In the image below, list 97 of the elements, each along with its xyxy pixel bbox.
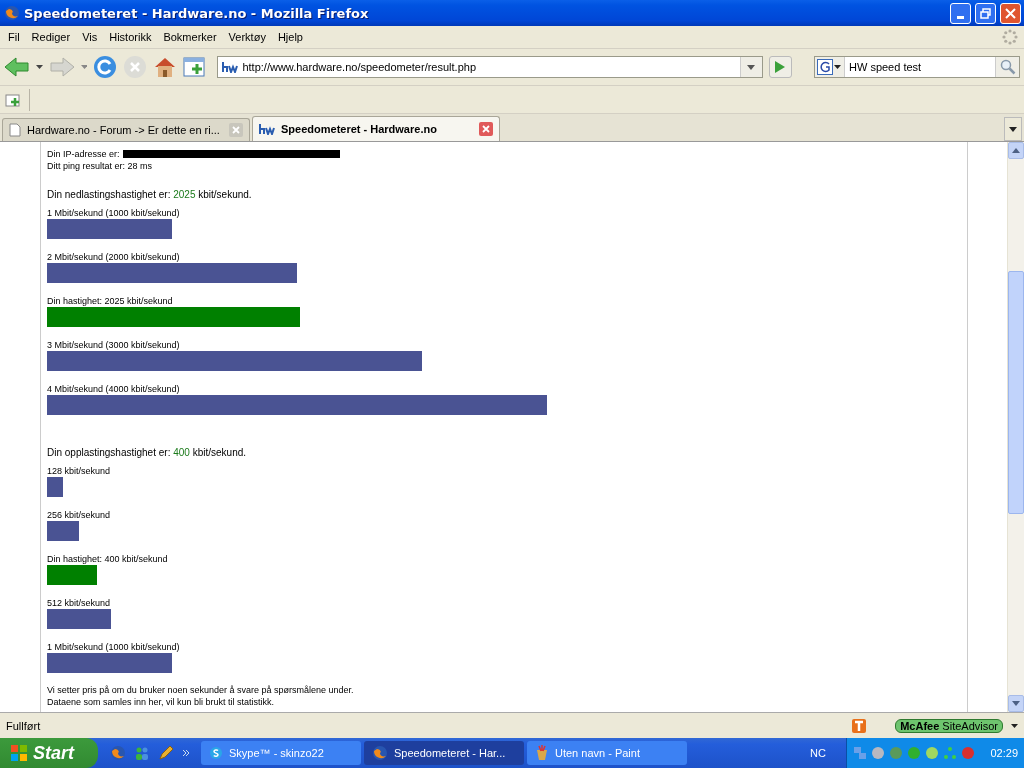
paint-cup-icon [535,745,549,761]
restore-icon [980,7,991,19]
dropdown-arrow-icon[interactable] [36,65,43,69]
scroll-thumb[interactable] [1008,271,1024,514]
close-icon [1005,7,1016,19]
new-tab-icon [183,56,208,78]
menu-item[interactable]: Fil [6,31,28,43]
down-arrow-icon [1012,701,1020,706]
clock: 02:29 [990,747,1018,759]
bar-label: 1 Mbit/sekund (1000 kbit/sekund) [47,208,180,218]
back-button[interactable] [4,56,30,78]
plus-page-icon [5,91,21,108]
reload-button[interactable] [93,55,118,79]
scroll-up-button[interactable] [1008,142,1024,159]
speed-bar [47,521,79,541]
close-tab-button[interactable] [229,123,243,137]
t-badge-icon[interactable] [851,717,868,734]
play-arrow-icon [774,60,787,74]
forward-button[interactable] [48,56,75,78]
bar-label: Din hastighet: 2025 kbit/sekund [47,296,173,306]
search-input[interactable]: HW speed test [845,58,995,76]
forward-arrow-icon [48,56,75,78]
menu-item[interactable]: Historikk [107,31,160,43]
g-logo-icon [817,59,833,75]
search-button[interactable] [995,57,1019,77]
address-input[interactable]: http://www.hardware.no/speedometer/result.php [238,58,740,76]
nodes-icon[interactable] [943,746,957,760]
stop-icon [123,55,148,79]
chevron-icon[interactable] [182,749,190,757]
menu-item[interactable]: Hjelp [275,31,311,43]
s-logo-icon [209,746,223,760]
language-indicator[interactable]: NC [810,747,826,759]
throbber-icon [1002,29,1018,45]
bar-label: 512 kbit/sekund [47,598,111,608]
search-field[interactable]: HW speed test [814,56,1020,78]
search-engine-button[interactable] [815,57,845,77]
history-dropdown-button[interactable] [739,57,762,77]
bar-label: 1 Mbit/sekund (1000 kbit/sekund) [47,642,180,652]
close-tab-button[interactable] [479,122,493,136]
taskbar-button[interactable]: Speedometeret - Har... [364,741,524,765]
up-arrow-icon [1012,148,1020,153]
new-tab-button[interactable] [183,56,208,78]
go-button[interactable] [768,56,792,78]
restore-button[interactable] [975,2,996,24]
ping-result: Ditt ping resultat er: 28 ms [47,160,153,172]
caret-icon [747,64,756,70]
bar-label: 3 Mbit/sekund (3000 kbit/sekund) [47,340,180,350]
search-icon [999,59,1016,75]
info-text: Vi setter pris på om du bruker noen sekunder å svare på spørsmålene under. [47,684,355,696]
scroll-down-button[interactable] [1008,695,1024,712]
windows-logo-icon [10,744,28,762]
scrollbar[interactable] [1007,142,1024,712]
bar-label: 2 Mbit/sekund (2000 kbit/sekund) [47,252,180,262]
globe-fox-icon[interactable] [110,745,126,761]
close-icon [482,125,490,133]
menu-item[interactable]: Bokmerker [161,31,225,43]
hw-logo-icon [222,61,239,73]
close-button[interactable] [1000,2,1021,24]
info-text: Dataene som samles inn her, vil kun bli brukt til statistikk. [47,696,276,708]
speed-heading: Din opplastingshastighet er: 400 kbit/sekund. [47,446,248,460]
bar-label: 4 Mbit/sekund (4000 kbit/sekund) [47,384,180,394]
caret-icon [1009,126,1017,132]
tab-list-button[interactable] [1004,117,1022,141]
menu-item[interactable]: Vis [80,31,106,43]
status-text: Fullført [6,719,42,732]
add-bookmark-button[interactable] [5,91,21,108]
close-icon [232,126,240,134]
hw-logo-icon [259,123,275,135]
speed-bar [47,477,63,497]
ip-label: Din IP-adresse er: [47,148,120,160]
taskbar-button[interactable]: Uten navn - Paint [527,741,687,765]
reload-icon [93,55,118,79]
menu-item[interactable]: Verktøy [226,31,274,43]
start-button[interactable]: Start [0,738,98,768]
speed-bar [47,565,97,585]
minimize-button[interactable] [950,2,971,24]
siteadvisor-badge[interactable]: McAfee SiteAdvisor [895,718,1003,733]
globe-fox-icon [372,745,388,761]
pencil-icon[interactable] [158,745,174,761]
address-field[interactable]: http://www.hardware.no/speedometer/result.php [217,56,763,78]
window-title: Speedometeret - Hardware.no - Mozilla Firefox [24,5,370,21]
people-icon[interactable] [134,745,150,761]
speed-bar [47,609,111,629]
bar-label: 128 kbit/sekund [47,466,111,476]
caret-icon [834,65,841,69]
bar-label: 256 kbit/sekund [47,510,111,520]
dropdown-arrow-icon[interactable] [1011,723,1018,728]
globe-fox-icon [4,5,20,21]
menu-item[interactable]: Rediger [29,31,79,43]
browser-tab[interactable]: Speedometeret - Hardware.no [252,116,500,141]
speed-heading: Din nedlastingshastighet er: 2025 kbit/sekund. [47,188,253,202]
taskbar-button[interactable]: Skype™ - skinzo22 [201,741,361,765]
browser-tab[interactable]: Hardware.no - Forum -> Er dette en ri... [2,118,250,141]
page-icon [9,123,21,137]
bar-label: Din hastighet: 400 kbit/sekund [47,554,168,564]
back-arrow-icon [4,56,30,78]
minimize-icon [957,15,964,19]
